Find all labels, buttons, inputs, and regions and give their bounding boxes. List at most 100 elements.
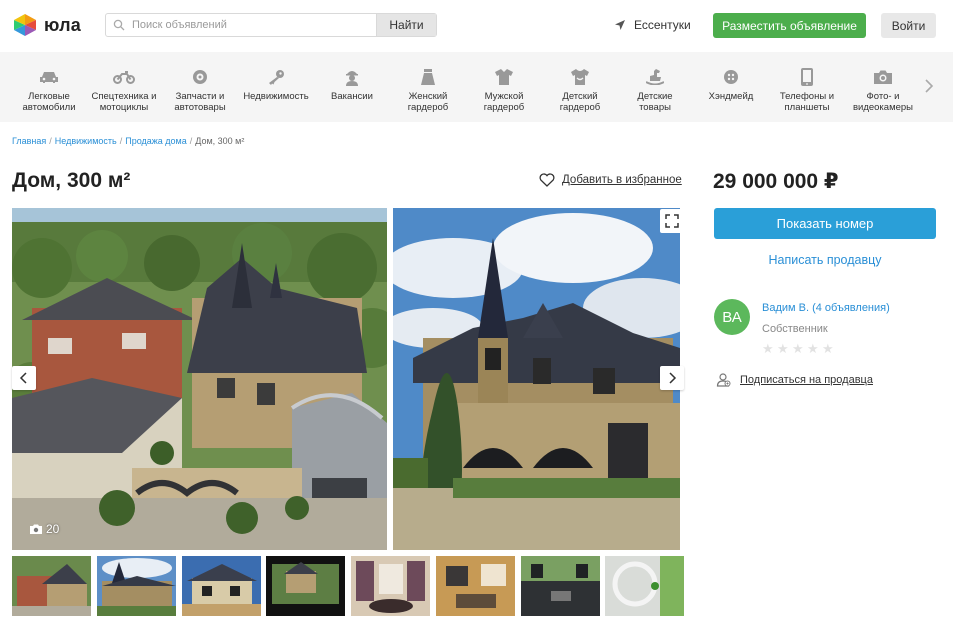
next-photo-button[interactable] [660,366,684,390]
category-jobs[interactable]: Вакансии [315,66,389,102]
thumbnail[interactable] [266,556,345,616]
category-cars[interactable]: Легковые автомобили [12,66,86,113]
chevron-right-icon [669,372,677,384]
camera-icon [30,524,42,534]
seller-type: Собственник [762,323,828,335]
thumbnail[interactable] [351,556,430,616]
breadcrumb-separator: / [49,136,52,146]
breadcrumb-current: Дом, 300 м² [195,136,245,146]
category-label: Мужской [484,91,524,102]
heart-icon [539,173,555,187]
login-button[interactable]: Войти [881,13,936,38]
category-label: товары [639,102,671,113]
star-icon: ★ [762,341,774,356]
category-handmade[interactable]: Хэндмейд [694,66,768,102]
category-parts[interactable]: Запчасти и автотовары [163,66,237,113]
thumbnail[interactable] [182,556,261,616]
category-real-estate[interactable]: Недвижимость [239,66,313,102]
add-to-favorites[interactable]: Добавить в избранное [539,173,682,187]
thumbnail[interactable] [605,556,684,616]
seller-rating: ★ ★ ★ ★ ★ [762,341,834,356]
category-special-vehicles[interactable]: Спецтехника и мотоциклы [87,66,161,113]
logo-text: юла [44,14,81,35]
location-selector[interactable]: Ессентуки [614,18,691,32]
category-mens-clothing[interactable]: Мужской гардероб [467,66,541,113]
thumbnail-image [605,556,684,616]
category-label: автотовары [174,102,226,113]
subscribe-seller-link[interactable]: Подписаться на продавца [716,372,873,387]
category-label: Детский [562,91,598,102]
thumbnail[interactable] [436,556,515,616]
house-front-photo [393,208,680,550]
motorcycle-icon [87,66,161,88]
location-arrow-icon [615,20,625,30]
kids-clothes-icon [543,66,617,88]
category-label: гардероб [407,102,449,113]
seller-name-link[interactable]: Вадим В. (4 объявления) [762,302,890,314]
main-photo[interactable] [12,208,387,550]
category-label: гардероб [559,102,601,113]
star-icon: ★ [792,341,804,356]
thumbnail-image [521,556,600,616]
breadcrumb-separator: / [189,136,193,146]
search-icon [106,14,132,36]
thumbnail-image [436,556,515,616]
logo[interactable]: юла [12,12,81,38]
category-label: Женский [408,91,448,102]
button-icon [694,66,768,88]
shirt-icon [467,66,541,88]
thumbnail-image [266,556,345,616]
thumbnail[interactable] [521,556,600,616]
chevron-right-icon[interactable] [922,78,936,94]
thumbnail[interactable] [12,556,91,616]
breadcrumb-separator: / [119,136,123,146]
house-aerial-photo [12,208,387,550]
subscribe-user-icon [716,373,731,387]
category-label: Легковые [28,91,70,102]
category-label: Недвижимость [243,91,309,102]
category-label: Спецтехника и [91,91,157,102]
category-cameras[interactable]: Фото- и видеокамеры [846,66,920,113]
star-icon: ★ [777,341,789,356]
previous-photo-button[interactable] [12,366,36,390]
breadcrumb-house-sale[interactable]: Продажа дома [125,136,187,146]
breadcrumb-home[interactable]: Главная [12,136,46,146]
category-label: гардероб [483,102,525,113]
worker-icon [315,66,389,88]
category-phones[interactable]: Телефоны и планшеты [770,66,844,113]
category-womens-clothing[interactable]: Женский гардероб [391,66,465,113]
photo-count: 20 [30,522,59,536]
thumbnail-image [97,556,176,616]
subscribe-label: Подписаться на продавца [740,373,873,386]
star-icon: ★ [807,341,819,356]
logo-icon [14,14,36,36]
search-button[interactable]: Найти [376,14,436,36]
write-seller-link[interactable]: Написать продавцу [714,253,936,267]
breadcrumb: Главная / Недвижимость / Продажа дома / Дом, 3… [12,136,244,146]
fullscreen-button[interactable] [660,209,684,233]
thumbnail[interactable] [97,556,176,616]
category-kids-goods[interactable]: Детские товары [618,66,692,113]
avatar[interactable]: ВА [714,299,750,335]
category-label: Телефоны и [779,91,835,102]
search-input[interactable] [132,14,376,36]
show-phone-button[interactable]: Показать номер [714,208,936,239]
breadcrumb-real-estate[interactable]: Недвижимость [55,136,117,146]
thumbnail-image [351,556,430,616]
chevron-left-icon [19,372,27,384]
thumbnail-image [182,556,261,616]
category-label: планшеты [784,102,830,113]
car-icon [12,66,86,88]
camera-icon [846,66,920,88]
second-photo[interactable] [393,208,680,550]
expand-icon [665,214,679,228]
category-bar: Легковые автомобили Спецтехника и мотоци… [0,52,953,122]
post-ad-button[interactable]: Разместить объявление [713,13,866,38]
category-label: Фото- и [866,91,900,102]
search-bar: Найти [105,13,437,37]
rocking-horse-icon [618,66,692,88]
category-label: Вакансии [331,91,373,102]
category-label: Детские [637,91,673,102]
category-kids-clothing[interactable]: Детский гардероб [543,66,617,113]
category-label: Запчасти и [175,91,225,102]
